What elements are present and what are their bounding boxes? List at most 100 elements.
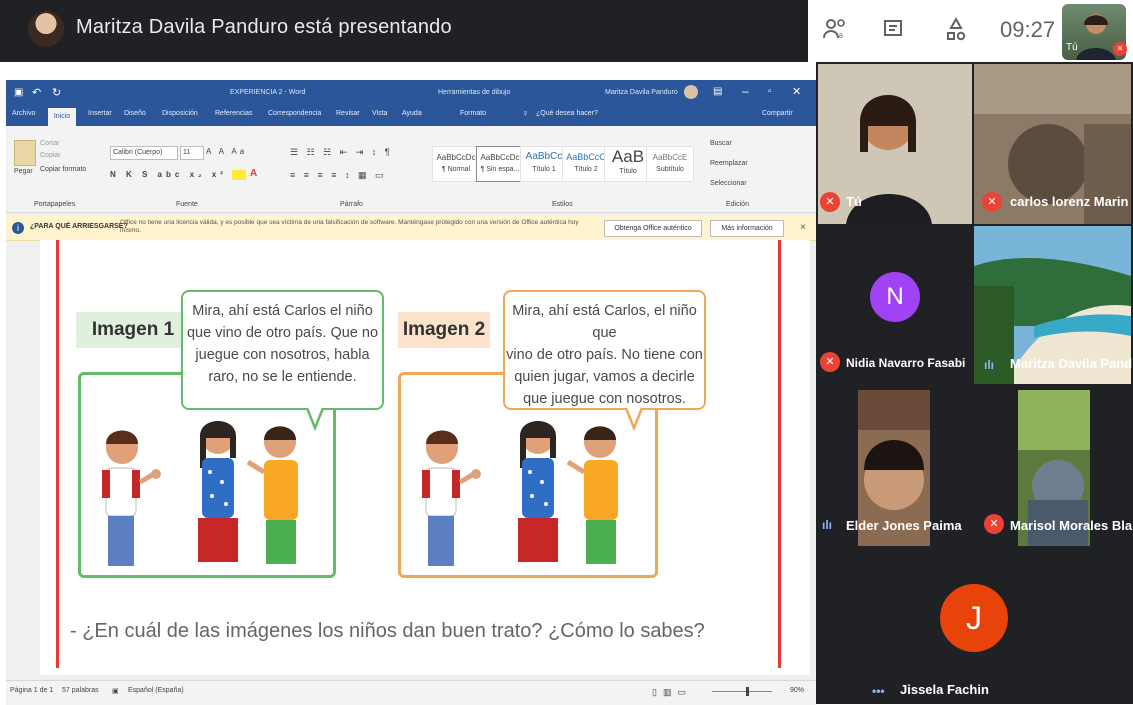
account-name[interactable]: Maritza Davila Panduro — [605, 89, 678, 96]
tab-diseno[interactable]: Diseño — [124, 110, 146, 117]
mic-off-icon: ✕ — [820, 352, 840, 372]
bubble-2-line: vino de otro país. No tiene con — [506, 347, 703, 363]
close-icon[interactable]: ✕ — [792, 85, 801, 98]
image-2-tag: Imagen 2 — [398, 312, 490, 348]
tell-me-box[interactable]: ¿Qué desea hacer? — [536, 110, 598, 117]
audio-level-icon: ılı — [822, 518, 833, 532]
tab-correspondencia[interactable]: Correspondencia — [268, 110, 321, 117]
replace-button[interactable]: Reemplazar — [710, 160, 748, 167]
bubble-2-line: Mira, ahí está Carlos, el niño que — [512, 303, 697, 341]
group-clipboard-label: Portapapeles — [34, 201, 76, 208]
bubble-1-tail — [305, 407, 325, 432]
mic-off-icon: ✕ — [982, 192, 1002, 212]
avatar: J — [940, 584, 1008, 652]
format-painter-button[interactable]: Copiar formato — [40, 166, 86, 173]
participant-name: Maritza Davila Pand... — [1010, 356, 1133, 371]
info-icon: i — [12, 222, 24, 234]
list-buttons[interactable]: ☰ ☷ ☵ ⇤ ⇥ ↕ ¶ — [290, 147, 393, 158]
font-format-buttons[interactable]: N K S abc x₂ x² — [110, 170, 227, 179]
participant-tile[interactable] — [818, 64, 972, 224]
participant-name: Nidia Navarro Fasabi — [846, 356, 966, 370]
word-count[interactable]: 57 palabras — [62, 687, 99, 694]
redo-icon[interactable]: ↻ — [52, 86, 61, 99]
minimize-icon[interactable]: – — [742, 84, 749, 98]
maximize-icon[interactable]: ▫ — [768, 86, 772, 97]
tab-insertar[interactable]: Insertar — [88, 110, 112, 117]
audio-level-icon: ılı — [984, 358, 995, 372]
font-size-select[interactable]: 11 — [180, 146, 204, 160]
bubble-1-line: juegue con nosotros, habla — [195, 347, 370, 363]
meeting-time: 09:27 — [1000, 17, 1056, 42]
speech-bubble-1: Mira, ahí está Carlos el niño que vino d… — [181, 290, 384, 410]
language[interactable]: Español (España) — [128, 687, 184, 694]
tab-inicio[interactable]: Inicio — [48, 108, 76, 126]
drawing-tools-label: Herramientas de dibujo — [438, 89, 511, 96]
proofing-icon[interactable]: ▣ — [112, 687, 119, 695]
style-heading-2[interactable]: AaBbCcC Título 2 — [562, 146, 610, 182]
cut-button[interactable]: Cortar — [40, 140, 59, 147]
warning-close-icon[interactable]: × — [800, 222, 806, 233]
tab-vista[interactable]: Vista — [372, 110, 387, 117]
children-illustration-1 — [102, 421, 298, 566]
find-button[interactable]: Buscar — [710, 140, 732, 147]
font-size-buttons[interactable]: A A Aa — [206, 147, 247, 156]
tab-archivo[interactable]: Archivo — [12, 110, 35, 117]
tab-disposicion[interactable]: Disposición — [162, 110, 198, 117]
bubble-1-line: Mira, ahí está Carlos el niño — [192, 303, 373, 319]
question-text: - ¿En cuál de las imágenes los niños dan… — [70, 620, 705, 642]
document-title: EXPERIENCIA 2 - Word — [230, 89, 306, 96]
get-genuine-office-button[interactable]: Obtenga Office auténtico — [604, 220, 702, 237]
tab-formato[interactable]: Formato — [460, 110, 486, 117]
style-title[interactable]: AaB Título — [604, 146, 652, 182]
zoom-slider[interactable] — [712, 691, 772, 692]
paste-button[interactable]: Pegar — [14, 168, 33, 175]
activities-icon[interactable] — [944, 16, 968, 50]
paste-icon[interactable] — [14, 140, 36, 166]
tab-revisar[interactable]: Revisar — [336, 110, 360, 117]
chat-icon[interactable] — [882, 18, 904, 46]
bubble-2-line: quien jugar, vamos a decirle — [514, 369, 695, 385]
presenter-text: Maritza Davila Panduro está presentando — [76, 16, 452, 38]
style-heading-1[interactable]: AaBbCc Título 1 — [520, 146, 568, 182]
font-color-icon[interactable]: A — [250, 168, 257, 179]
share-button[interactable]: Compartir — [762, 110, 793, 117]
bubble-1-line: que vino de otro país. Que no — [186, 325, 379, 341]
avatar: N — [870, 272, 920, 322]
people-icon[interactable]: 8 — [822, 16, 848, 48]
ribbon-options-icon[interactable]: ▤ — [713, 86, 722, 97]
participant-name: Marisol Morales Bla... — [1010, 518, 1133, 533]
presenter-avatar — [28, 11, 64, 47]
bubble-2-line: que juegue con nosotros. — [523, 391, 686, 407]
children-illustration-2 — [422, 421, 618, 566]
image-1-tag: Imagen 1 — [76, 312, 190, 348]
view-buttons[interactable]: ▯▥▭ — [652, 687, 692, 698]
tab-referencias[interactable]: Referencias — [215, 110, 252, 117]
page-border-right — [778, 240, 781, 668]
align-buttons[interactable]: ≡ ≡ ≡ ≡ ↕ ▦ ▭ — [290, 170, 387, 181]
svg-text:8: 8 — [839, 33, 843, 40]
page-count[interactable]: Página 1 de 1 — [10, 687, 53, 694]
account-avatar[interactable] — [684, 85, 698, 99]
save-icon[interactable]: ▣ — [14, 87, 23, 98]
participant-name: carlos lorenz Marin — [1010, 194, 1129, 209]
self-view-label: Tú — [1066, 42, 1078, 53]
more-info-button[interactable]: Más información — [710, 220, 784, 237]
participant-name: Elder Jones Paima — [846, 518, 962, 533]
font-name-select[interactable]: Calibri (Cuerpo) — [110, 146, 178, 160]
undo-icon[interactable]: ↶ — [32, 86, 41, 99]
lightbulb-icon: ♀ — [522, 108, 529, 118]
zoom-slider-thumb[interactable] — [746, 687, 749, 696]
copy-button[interactable]: Copiar — [40, 152, 61, 159]
highlight-icon[interactable] — [232, 170, 246, 180]
group-styles-label: Estilos — [552, 201, 573, 208]
mic-off-icon: ✕ — [984, 514, 1004, 534]
group-font-label: Fuente — [176, 201, 198, 208]
style-normal[interactable]: AaBbCcDc ¶ Normal — [432, 146, 480, 182]
mic-off-icon: ✕ — [1113, 42, 1127, 56]
tab-ayuda[interactable]: Ayuda — [402, 110, 422, 117]
select-button[interactable]: Seleccionar — [710, 180, 747, 187]
participant-name: Tú — [846, 194, 862, 209]
zoom-level[interactable]: 90% — [790, 687, 804, 694]
style-no-spacing[interactable]: AaBbCcDc ¶ Sin espa... — [476, 146, 524, 182]
style-subtitle[interactable]: AaBbCcE Subtítulo — [646, 146, 694, 182]
